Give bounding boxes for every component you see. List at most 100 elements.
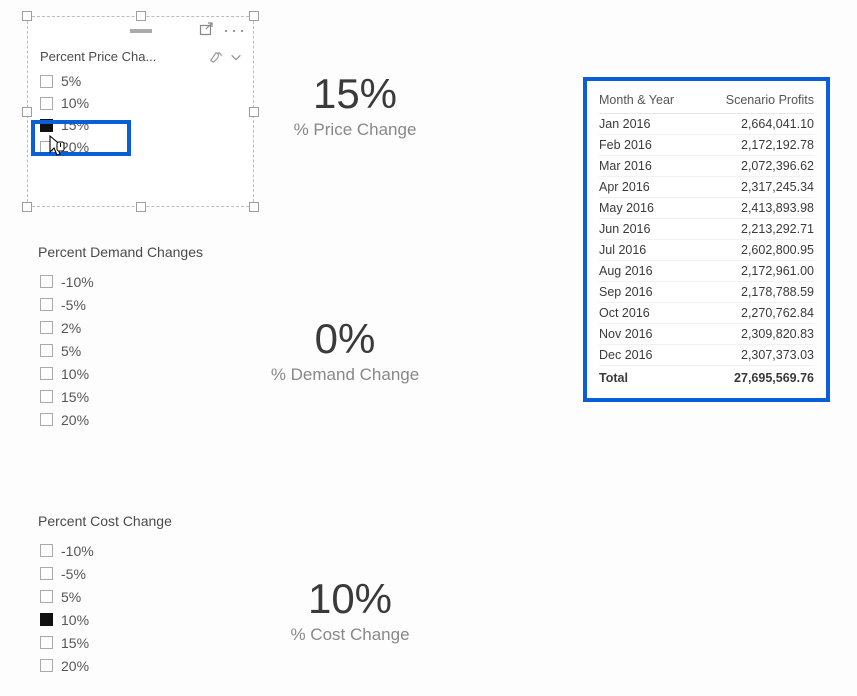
checkbox-icon[interactable]: [40, 659, 53, 672]
checkbox-icon[interactable]: [40, 141, 53, 154]
slicer-option[interactable]: -10%: [38, 539, 172, 562]
focus-mode-icon[interactable]: [199, 22, 215, 38]
cost-slicer[interactable]: Percent Cost Change -10% -5% 5% 10% 15% …: [38, 513, 172, 677]
cell-profit: 2,172,961.00: [698, 261, 814, 282]
option-label: -5%: [61, 297, 86, 313]
card-value: 15%: [250, 70, 460, 118]
table-row[interactable]: Jul 20162,602,800.95: [599, 240, 814, 261]
cell-profit: 2,309,820.83: [698, 324, 814, 345]
slicer-option[interactable]: -10%: [38, 270, 203, 293]
table-row[interactable]: Nov 20162,309,820.83: [599, 324, 814, 345]
option-label: 10%: [61, 612, 89, 628]
slicer-option[interactable]: -5%: [38, 293, 203, 316]
option-label: 5%: [61, 73, 81, 89]
drag-grip-icon[interactable]: [130, 29, 152, 33]
checkbox-icon[interactable]: [40, 119, 53, 132]
table-row[interactable]: Jun 20162,213,292.71: [599, 219, 814, 240]
option-label: 10%: [61, 366, 89, 382]
checkbox-icon[interactable]: [40, 567, 53, 580]
option-label: 20%: [61, 139, 89, 155]
table-row[interactable]: May 20162,413,893.98: [599, 198, 814, 219]
cell-month: Jul 2016: [599, 240, 698, 261]
cell-profit: 2,213,292.71: [698, 219, 814, 240]
checkbox-icon[interactable]: [40, 367, 53, 380]
cell-month: Dec 2016: [599, 345, 698, 366]
scenario-profits-table[interactable]: Month & Year Scenario Profits Jan 20162,…: [583, 77, 830, 402]
cell-total-value: 27,695,569.76: [698, 366, 814, 389]
demand-slicer[interactable]: Percent Demand Changes -10% -5% 2% 5% 10…: [38, 244, 203, 431]
checkbox-icon[interactable]: [40, 413, 53, 426]
table-header-row: Month & Year Scenario Profits: [599, 89, 814, 114]
option-label: 15%: [61, 635, 89, 651]
cell-month: Jun 2016: [599, 219, 698, 240]
more-options-icon[interactable]: ···: [223, 21, 247, 39]
table-row[interactable]: Dec 20162,307,373.03: [599, 345, 814, 366]
checkbox-icon[interactable]: [40, 544, 53, 557]
checkbox-icon[interactable]: [40, 636, 53, 649]
cell-profit: 2,270,762.84: [698, 303, 814, 324]
price-change-card: 15% % Price Change: [250, 70, 460, 140]
option-label: -10%: [61, 543, 94, 559]
column-header[interactable]: Month & Year: [599, 89, 698, 114]
table-row[interactable]: Oct 20162,270,762.84: [599, 303, 814, 324]
slicer-option[interactable]: 15%: [38, 631, 172, 654]
cost-change-card: 10% % Cost Change: [245, 575, 455, 645]
option-label: 20%: [61, 658, 89, 674]
cell-profit: 2,307,373.03: [698, 345, 814, 366]
table-row[interactable]: Sep 20162,178,788.59: [599, 282, 814, 303]
option-label: 20%: [61, 412, 89, 428]
slicer-title: Percent Demand Changes: [38, 244, 203, 260]
option-label: -10%: [61, 274, 94, 290]
table-row[interactable]: Apr 20162,317,245.34: [599, 177, 814, 198]
cell-profit: 2,178,788.59: [698, 282, 814, 303]
cell-month: Nov 2016: [599, 324, 698, 345]
slicer-option[interactable]: 10%: [36, 92, 245, 114]
slicer-option[interactable]: 2%: [38, 316, 203, 339]
column-header[interactable]: Scenario Profits: [698, 89, 814, 114]
checkbox-icon[interactable]: [40, 390, 53, 403]
checkbox-icon[interactable]: [40, 613, 53, 626]
checkbox-icon[interactable]: [40, 344, 53, 357]
cell-profit: 2,172,192.78: [698, 135, 814, 156]
table-row[interactable]: Feb 20162,172,192.78: [599, 135, 814, 156]
chevron-down-icon[interactable]: [229, 50, 243, 64]
option-label: 10%: [61, 95, 89, 111]
slicer-option[interactable]: 20%: [38, 408, 203, 431]
cell-month: Sep 2016: [599, 282, 698, 303]
price-slicer-visual[interactable]: ··· Percent Price Cha... 5% 10% 15% 20%: [27, 16, 254, 207]
card-value: 10%: [245, 575, 455, 623]
option-label: -5%: [61, 566, 86, 582]
checkbox-icon[interactable]: [40, 75, 53, 88]
slicer-option[interactable]: 5%: [38, 585, 172, 608]
cell-month: Feb 2016: [599, 135, 698, 156]
table-row[interactable]: Aug 20162,172,961.00: [599, 261, 814, 282]
checkbox-icon[interactable]: [40, 275, 53, 288]
cell-profit: 2,664,041.10: [698, 114, 814, 135]
demand-change-card: 0% % Demand Change: [235, 315, 455, 385]
slicer-option[interactable]: 15%: [38, 385, 203, 408]
table-row[interactable]: Jan 20162,664,041.10: [599, 114, 814, 135]
slicer-title: Percent Cost Change: [38, 513, 172, 529]
checkbox-icon[interactable]: [40, 97, 53, 110]
cell-profit: 2,602,800.95: [698, 240, 814, 261]
slicer-option[interactable]: 20%: [36, 136, 245, 158]
option-label: 15%: [61, 117, 89, 133]
checkbox-icon[interactable]: [40, 298, 53, 311]
card-label: % Cost Change: [245, 625, 455, 645]
slicer-option[interactable]: 10%: [38, 608, 172, 631]
cell-month: May 2016: [599, 198, 698, 219]
slicer-option[interactable]: 20%: [38, 654, 172, 677]
slicer-option[interactable]: 15%: [36, 114, 245, 136]
slicer-option[interactable]: 10%: [38, 362, 203, 385]
cell-profit: 2,317,245.34: [698, 177, 814, 198]
slicer-option[interactable]: -5%: [38, 562, 172, 585]
cell-month: Apr 2016: [599, 177, 698, 198]
slicer-option[interactable]: 5%: [36, 70, 245, 92]
cell-month: Jan 2016: [599, 114, 698, 135]
table-row[interactable]: Mar 20162,072,396.62: [599, 156, 814, 177]
clear-selection-icon[interactable]: [209, 50, 223, 64]
table-total-row: Total27,695,569.76: [599, 366, 814, 389]
slicer-option[interactable]: 5%: [38, 339, 203, 362]
checkbox-icon[interactable]: [40, 321, 53, 334]
checkbox-icon[interactable]: [40, 590, 53, 603]
